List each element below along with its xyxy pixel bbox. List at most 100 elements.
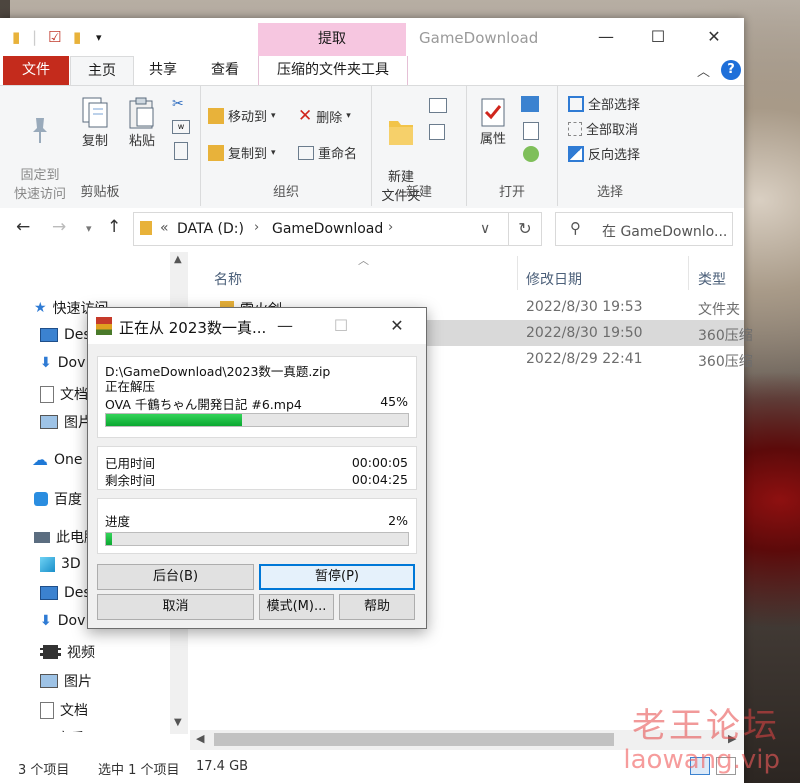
nav-item-music[interactable]: ♪ 音乐 [40,728,84,733]
properties-label: 属性 [479,132,506,147]
scroll-up-icon[interactable]: ▲ [174,254,182,265]
open-group-label: 打开 [498,185,525,200]
close-button[interactable]: ✕ [691,22,737,52]
scroll-down-icon[interactable]: ▼ [174,717,182,728]
tab-compressed-folder-tools[interactable]: 压缩的文件夹工具 [258,56,408,85]
dialog-minimize-button[interactable]: — [262,312,308,340]
pause-button[interactable]: 暂停(P) [259,564,415,590]
breadcrumb-folder[interactable]: GameDownload [272,221,383,237]
cube-icon [40,556,55,572]
invert-selection-button[interactable]: 反向选择 [568,144,640,163]
select-all-button[interactable]: 全部选择 [568,94,640,113]
recent-dropdown-icon[interactable]: ▾ [86,222,92,235]
column-date[interactable]: 修改日期 [526,269,582,289]
paste-button[interactable]: 粘贴 [122,96,162,151]
organize-group: 移动到 ▾ ✕ 删除 ▾ 复制到 ▾ 重命名 组织 [201,86,372,206]
video-icon [40,645,61,659]
nav-item-videos[interactable]: 视频 [40,642,95,662]
select-none-label: 全部取消 [586,123,639,138]
customize-dropdown-icon[interactable]: ▾ [96,31,102,44]
remaining-label: 剩余时间 [105,473,156,488]
cancel-button[interactable]: 取消 [97,594,254,620]
dialog-close-button[interactable]: ✕ [374,312,420,340]
total-percent: 2% [388,513,408,528]
nav-item-desktop[interactable]: Des [40,585,91,601]
background-button[interactable]: 后台(B) [97,564,254,590]
tab-share[interactable]: 共享 [132,56,194,85]
file-date: 2022/8/30 19:53 [526,299,643,315]
minimize-button[interactable]: — [583,22,629,52]
edit-icon[interactable] [523,122,539,140]
history-icon[interactable] [523,146,539,162]
nav-item-documents[interactable]: 文档 [40,700,88,720]
address-dropdown-icon[interactable]: ∨ [480,221,490,237]
paste-icon [129,97,154,129]
rename-button[interactable]: 重命名 [298,143,357,162]
address-bar[interactable]: « DATA (D:) › GameDownload › ∨ [133,212,509,246]
file-date: 2022/8/30 19:50 [526,325,643,341]
tab-file[interactable]: 文件 [3,56,69,85]
ribbon-collapse-icon[interactable]: ︿ [697,61,710,80]
delete-x-icon: ✕ [298,106,313,126]
selected-count: 选中 1 个项目 [98,763,180,778]
watermark-text: 老王论坛 [632,706,780,746]
open-icon[interactable] [521,96,539,112]
nav-item-downloads[interactable]: ⬇ Dov [40,613,85,629]
nav-label: 视频 [67,645,95,661]
help-button[interactable]: 帮助 [339,594,415,620]
mode-button[interactable]: 模式(M)... [259,594,334,620]
ribbon: 固定到 快速访问 复制 粘贴 ✂ w 剪贴板 移动到 ▾ ✕ 删除 ▾ 复制到 ▾ 重命… [0,85,744,209]
search-input[interactable]: ⚲ 在 GameDownlo... [555,212,733,246]
nav-item-downloads[interactable]: ⬇ Dov [40,355,85,371]
select-none-button[interactable]: 全部取消 [568,119,638,138]
copy-path-icon[interactable]: w [172,120,190,134]
nav-item-pictures[interactable]: 图片 [40,412,92,432]
forward-arrow-icon[interactable]: → [52,217,66,237]
properties-check-icon[interactable]: ☑ [48,28,61,46]
scroll-left-icon[interactable]: ◀ [196,732,204,745]
delete-button[interactable]: ✕ 删除 ▾ [298,106,351,126]
nav-item-documents[interactable]: 文档 [40,384,88,404]
breadcrumb-drive[interactable]: DATA (D:) [177,221,244,237]
nav-label: 音乐 [56,728,84,732]
new-folder-icon[interactable]: ▮ [73,28,81,46]
copy-button[interactable]: 复制 [76,96,114,151]
nav-item-desktop[interactable]: Des [40,327,91,343]
document-icon [40,385,54,403]
scrollbar-thumb[interactable] [214,733,614,746]
star-icon: ★ [34,300,47,316]
nav-item-baidu[interactable]: 百度 [34,489,82,509]
breadcrumb-overflow[interactable]: « [160,220,169,236]
tab-view[interactable]: 查看 [194,56,256,85]
cut-icon[interactable]: ✂ [172,96,184,112]
copy-label: 复制 [81,134,108,149]
up-arrow-icon[interactable]: ↑ [107,217,121,237]
column-name[interactable]: 名称 [214,269,242,289]
maximize-button[interactable]: ☐ [635,22,681,52]
properties-button[interactable]: 属性 [473,96,513,149]
dropdown-icon: ▾ [271,110,276,121]
file-progress-bar [105,413,409,427]
context-tab-extract[interactable]: 提取 [258,23,406,56]
help-icon[interactable]: ? [721,60,741,80]
paste-shortcut-icon[interactable] [174,142,188,160]
new-item-icon[interactable] [429,98,447,113]
new-group-label: 新建 [405,185,432,200]
nav-item-onedrive[interactable]: ☁ One [32,450,83,469]
refresh-button[interactable]: ↻ [508,212,542,246]
total-progress-fill [106,533,113,545]
nav-item-pictures[interactable]: 图片 [40,671,92,691]
dialog-maximize-button[interactable]: ☐ [318,312,364,340]
column-type[interactable]: 类型 [698,269,726,289]
nav-item-3d-objects[interactable]: 3D [40,556,81,572]
open-group: 属性 打开 [467,86,558,206]
back-arrow-icon[interactable]: ← [16,217,30,237]
tab-home[interactable]: 主页 [70,56,134,86]
sort-indicator-icon: ︿ [358,254,369,267]
move-to-button[interactable]: 移动到 ▾ [208,106,276,125]
copy-to-button[interactable]: 复制到 ▾ [208,143,276,162]
pc-icon [34,531,50,543]
picture-icon [40,415,58,429]
clipboard-group-label: 剪贴板 [80,185,120,200]
easy-access-icon[interactable] [429,124,445,140]
